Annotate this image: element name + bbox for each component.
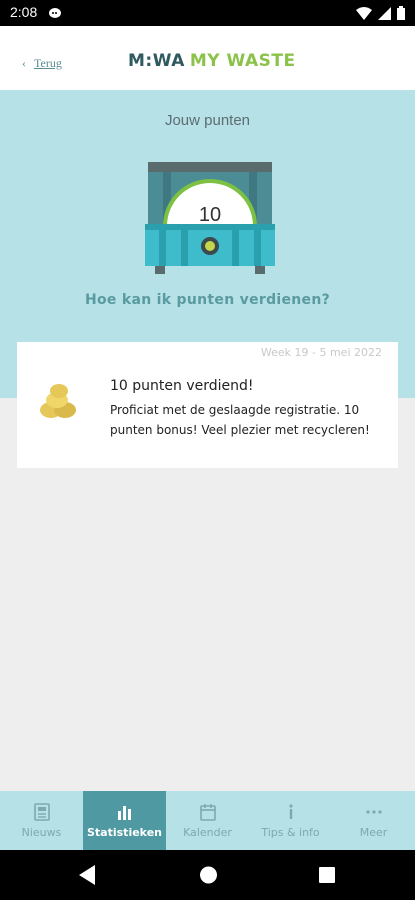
logo-brand: M:WA [128,51,185,71]
card-title: 10 punten verdiend! [110,378,254,394]
tab-label: Kalender [183,825,232,839]
treasure-chest: 10 [145,162,275,278]
signal-icon [378,6,391,20]
points-notification-card[interactable]: Week 19 - 5 mei 2022 10 punten verdiend!… [17,342,398,468]
tab-label: Statistieken [87,825,162,839]
back-label: Terug [34,56,62,70]
calendar-icon [199,803,216,821]
logo-product: MY WASTE [189,51,296,71]
news-icon [33,802,50,821]
coins-icon [40,384,76,418]
back-button[interactable]: ‹ Terug [22,56,62,71]
app-header: ‹ Terug M:WA MY WASTE [0,26,415,90]
app-logo: M:WA MY WASTE [128,51,296,71]
system-nav-bar [0,850,415,900]
home-circle-icon[interactable] [199,865,218,885]
bar-chart-icon [117,805,131,820]
tab-kalender[interactable]: Kalender [166,791,249,850]
tab-meer[interactable]: Meer [332,791,415,850]
points-value: 10 [198,204,222,226]
more-icon [365,809,382,814]
tab-label: Tips & info [261,825,320,839]
card-body: Proficiat met de geslaagde registratie. … [110,403,370,437]
tab-label: Meer [359,825,388,839]
tab-statistieken[interactable]: Statistieken [83,791,166,850]
points-title: Jouw punten [164,112,251,129]
earn-points-link[interactable]: Hoe kan ik punten verdienen? [0,292,415,308]
notification-icon [49,8,61,18]
chevron-left-icon: ‹ [22,56,26,70]
tab-tips-info[interactable]: Tips & info [249,791,332,850]
tab-nieuws[interactable]: Nieuws [0,791,83,850]
back-triangle-icon[interactable] [79,865,97,885]
card-date: Week 19 - 5 mei 2022 [260,346,382,359]
status-bar: 2:08 [0,0,415,26]
bottom-tab-bar: Nieuws Statistieken Kalender Tips & info… [0,791,415,850]
status-time: 2:08 [10,4,38,20]
tab-label: Nieuws [21,825,62,839]
wifi-icon [356,6,372,20]
recents-square-icon[interactable] [318,865,336,885]
battery-icon [397,6,405,20]
info-icon [288,803,293,819]
